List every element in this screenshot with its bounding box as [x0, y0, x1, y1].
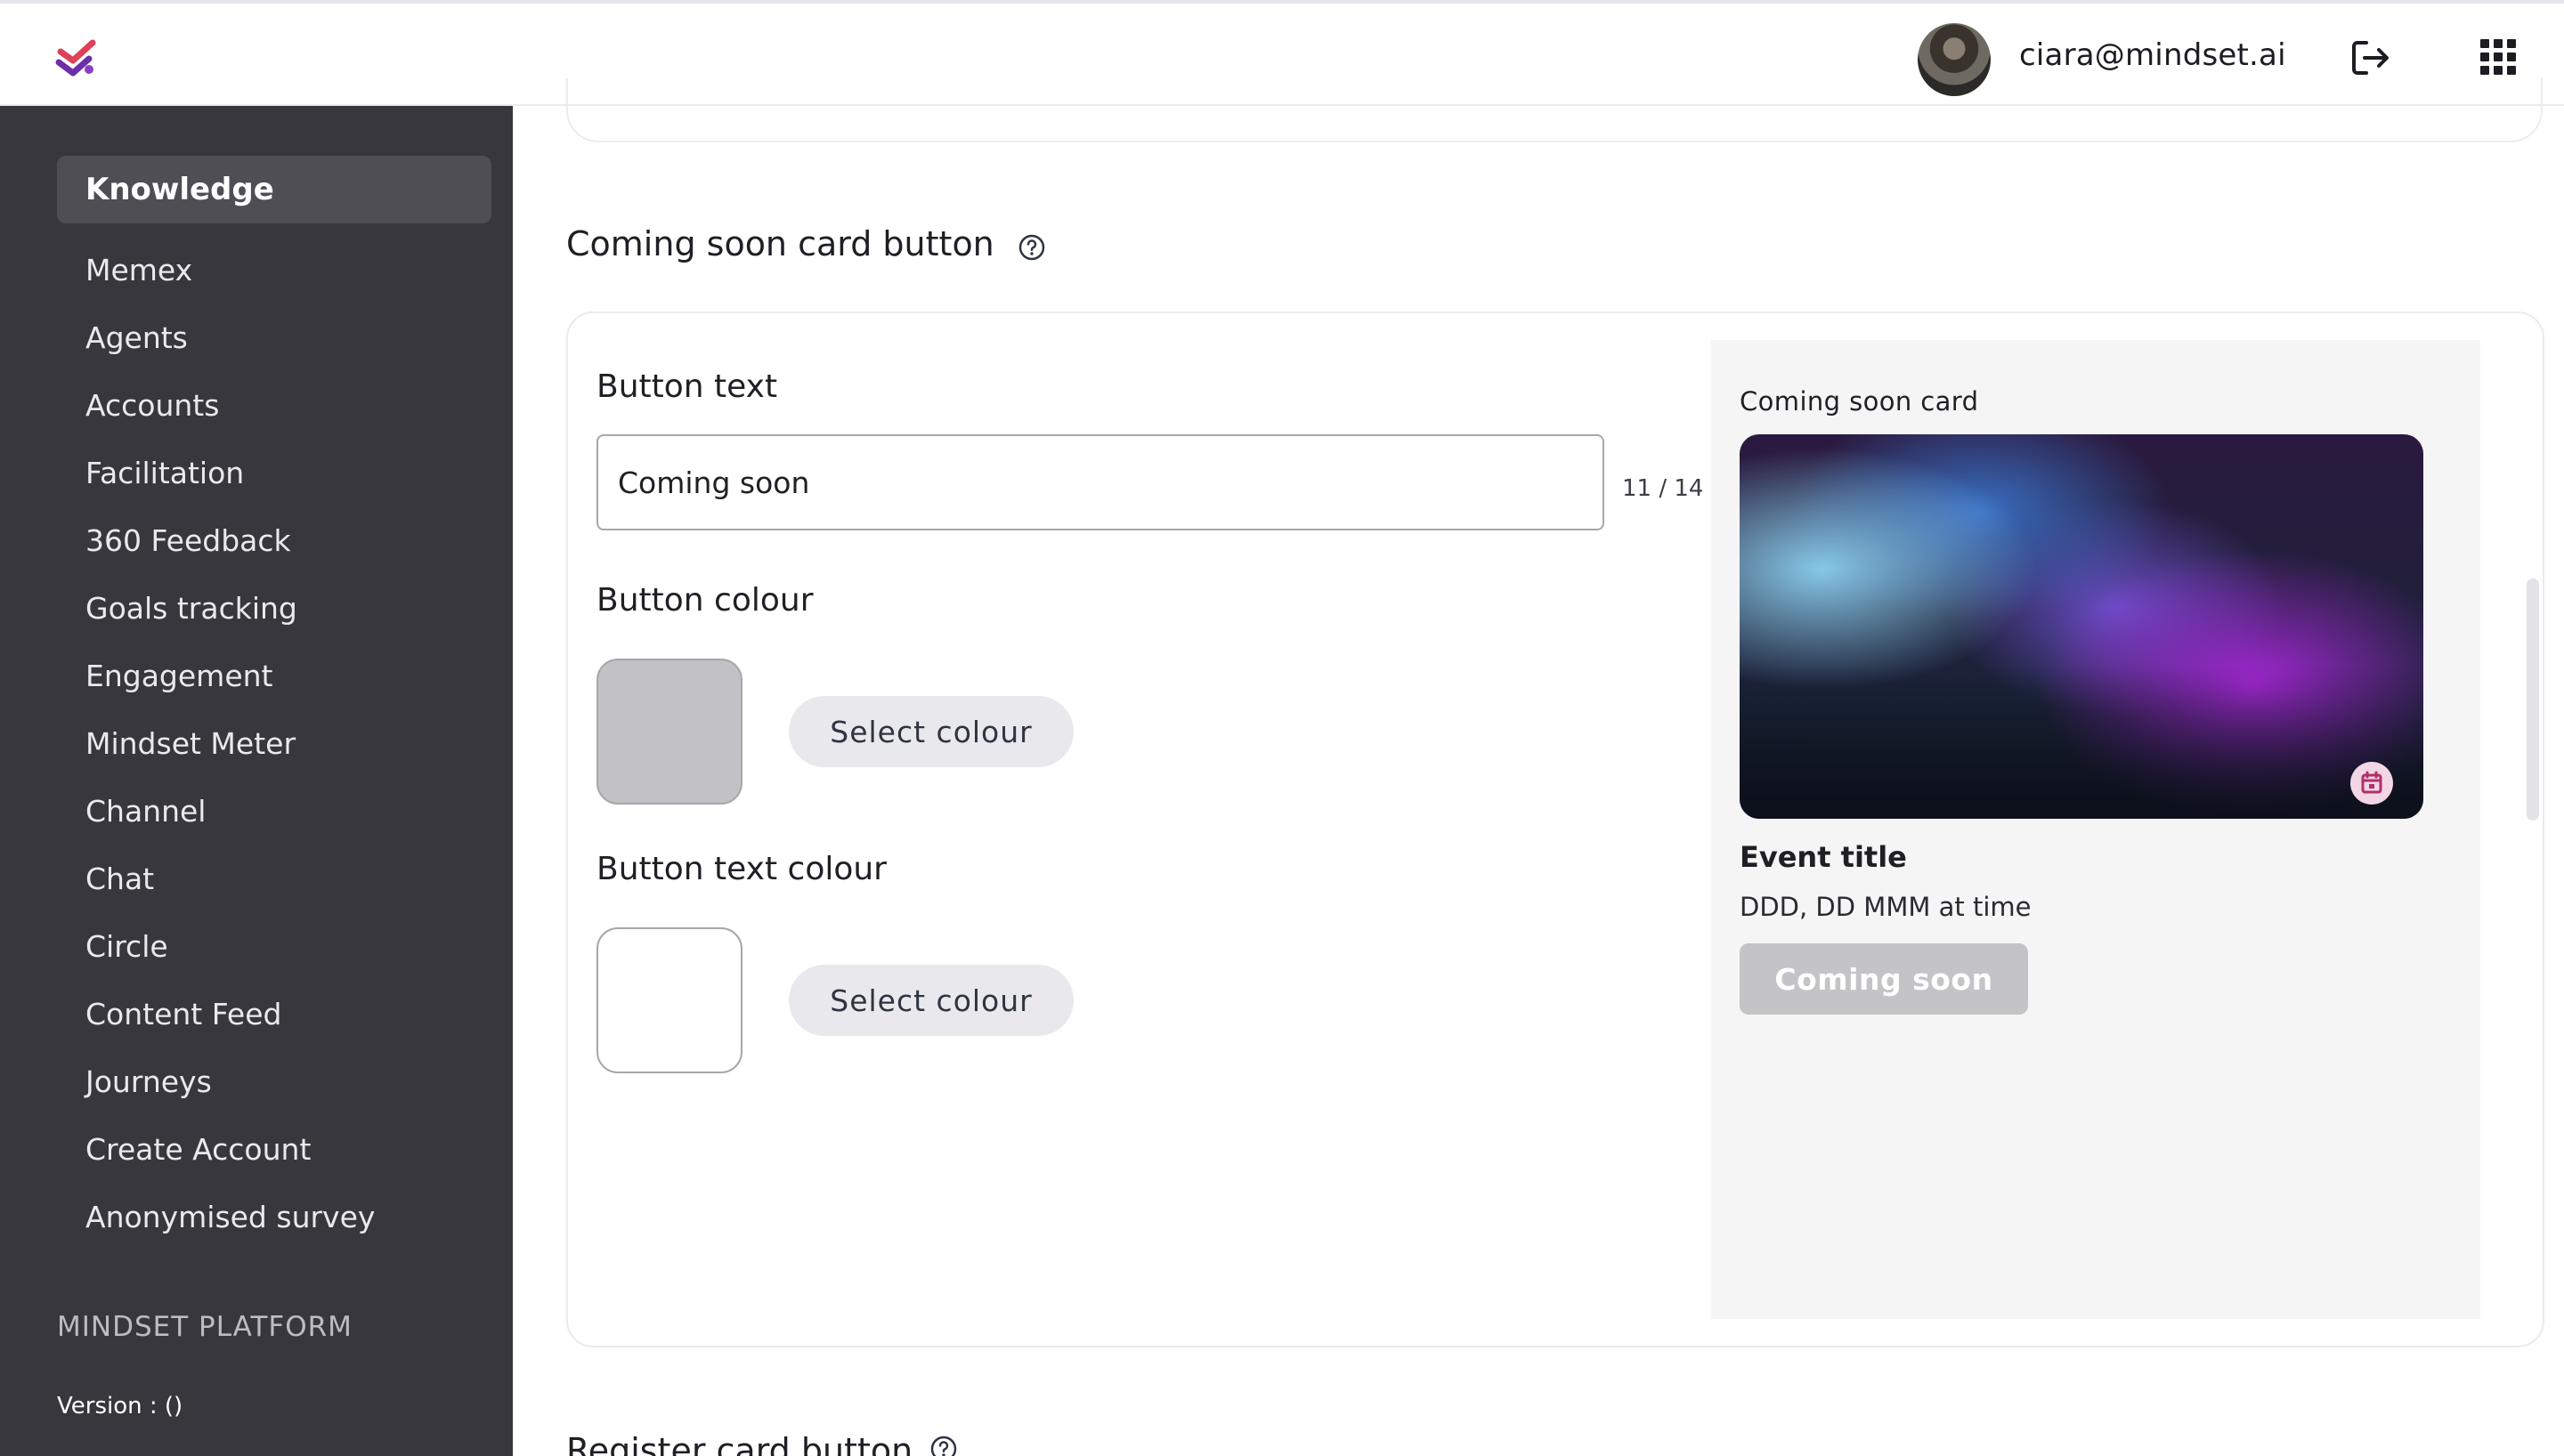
sidebar-item-create-account[interactable]: Create Account — [85, 1132, 311, 1167]
event-title: Event title — [1740, 840, 1907, 874]
sidebar-item-engagement[interactable]: Engagement — [85, 659, 273, 693]
button-text-colour-swatch[interactable] — [596, 927, 742, 1073]
coming-soon-config-card: Button text 11 / 14 Button colour Select… — [566, 311, 2544, 1347]
button-text-input[interactable] — [596, 434, 1604, 530]
sidebar-item-anonymised-survey[interactable]: Anonymised survey — [85, 1200, 375, 1234]
sidebar: Knowledge Memex Agents Accounts Facilita… — [0, 106, 513, 1456]
platform-label: MINDSET PLATFORM — [57, 1311, 353, 1343]
preview-label: Coming soon card — [1740, 386, 1979, 417]
button-text-label: Button text — [596, 368, 778, 405]
sidebar-item-agents[interactable]: Agents — [85, 320, 188, 355]
sidebar-item-360-feedback[interactable]: 360 Feedback — [85, 523, 291, 558]
sidebar-item-channel[interactable]: Channel — [85, 794, 206, 829]
button-colour-label: Button colour — [596, 582, 814, 619]
sidebar-item-label: Knowledge — [85, 172, 274, 207]
select-button-colour-button[interactable]: Select colour — [789, 696, 1074, 767]
sidebar-item-goals-tracking[interactable]: Goals tracking — [85, 591, 297, 626]
sidebar-item-facilitation[interactable]: Facilitation — [85, 456, 244, 490]
card-preview-panel: Coming soon card Event title DDD, DD MMM… — [1711, 340, 2480, 1319]
sidebar-item-memex[interactable]: Memex — [85, 253, 192, 287]
sidebar-item-circle[interactable]: Circle — [85, 929, 168, 964]
help-icon[interactable] — [1018, 233, 1046, 262]
sidebar-item-chat[interactable]: Chat — [85, 861, 154, 896]
card-image — [1740, 434, 2423, 819]
sidebar-item-content-feed[interactable]: Content Feed — [85, 997, 281, 1031]
version-label: Version : () — [57, 1393, 183, 1420]
select-text-colour-button[interactable]: Select colour — [789, 965, 1074, 1036]
sidebar-item-accounts[interactable]: Accounts — [85, 388, 219, 423]
help-icon[interactable] — [929, 1435, 958, 1456]
coming-soon-preview-button: Coming soon — [1740, 943, 2028, 1015]
event-date: DDD, DD MMM at time — [1740, 892, 2032, 922]
section-title: Coming soon card button — [566, 224, 994, 263]
scrollbar[interactable] — [2527, 578, 2539, 821]
apps-grid-icon[interactable] — [2480, 39, 2516, 75]
sidebar-item-journeys[interactable]: Journeys — [85, 1064, 212, 1099]
logout-icon[interactable] — [2349, 36, 2393, 80]
button-colour-swatch[interactable] — [596, 659, 742, 805]
sidebar-item-knowledge[interactable]: Knowledge — [57, 156, 491, 223]
previous-section-card — [566, 78, 2543, 142]
button-text-colour-label: Button text colour — [596, 851, 887, 887]
char-counter: 11 / 14 — [1622, 475, 1704, 502]
user-email: ciara@mindset.ai — [2019, 37, 2286, 73]
next-section-title: Register card button — [566, 1431, 913, 1456]
sidebar-item-mindset-meter[interactable]: Mindset Meter — [85, 726, 296, 761]
calendar-icon — [2350, 762, 2393, 805]
mindset-logo-icon[interactable] — [53, 34, 101, 82]
